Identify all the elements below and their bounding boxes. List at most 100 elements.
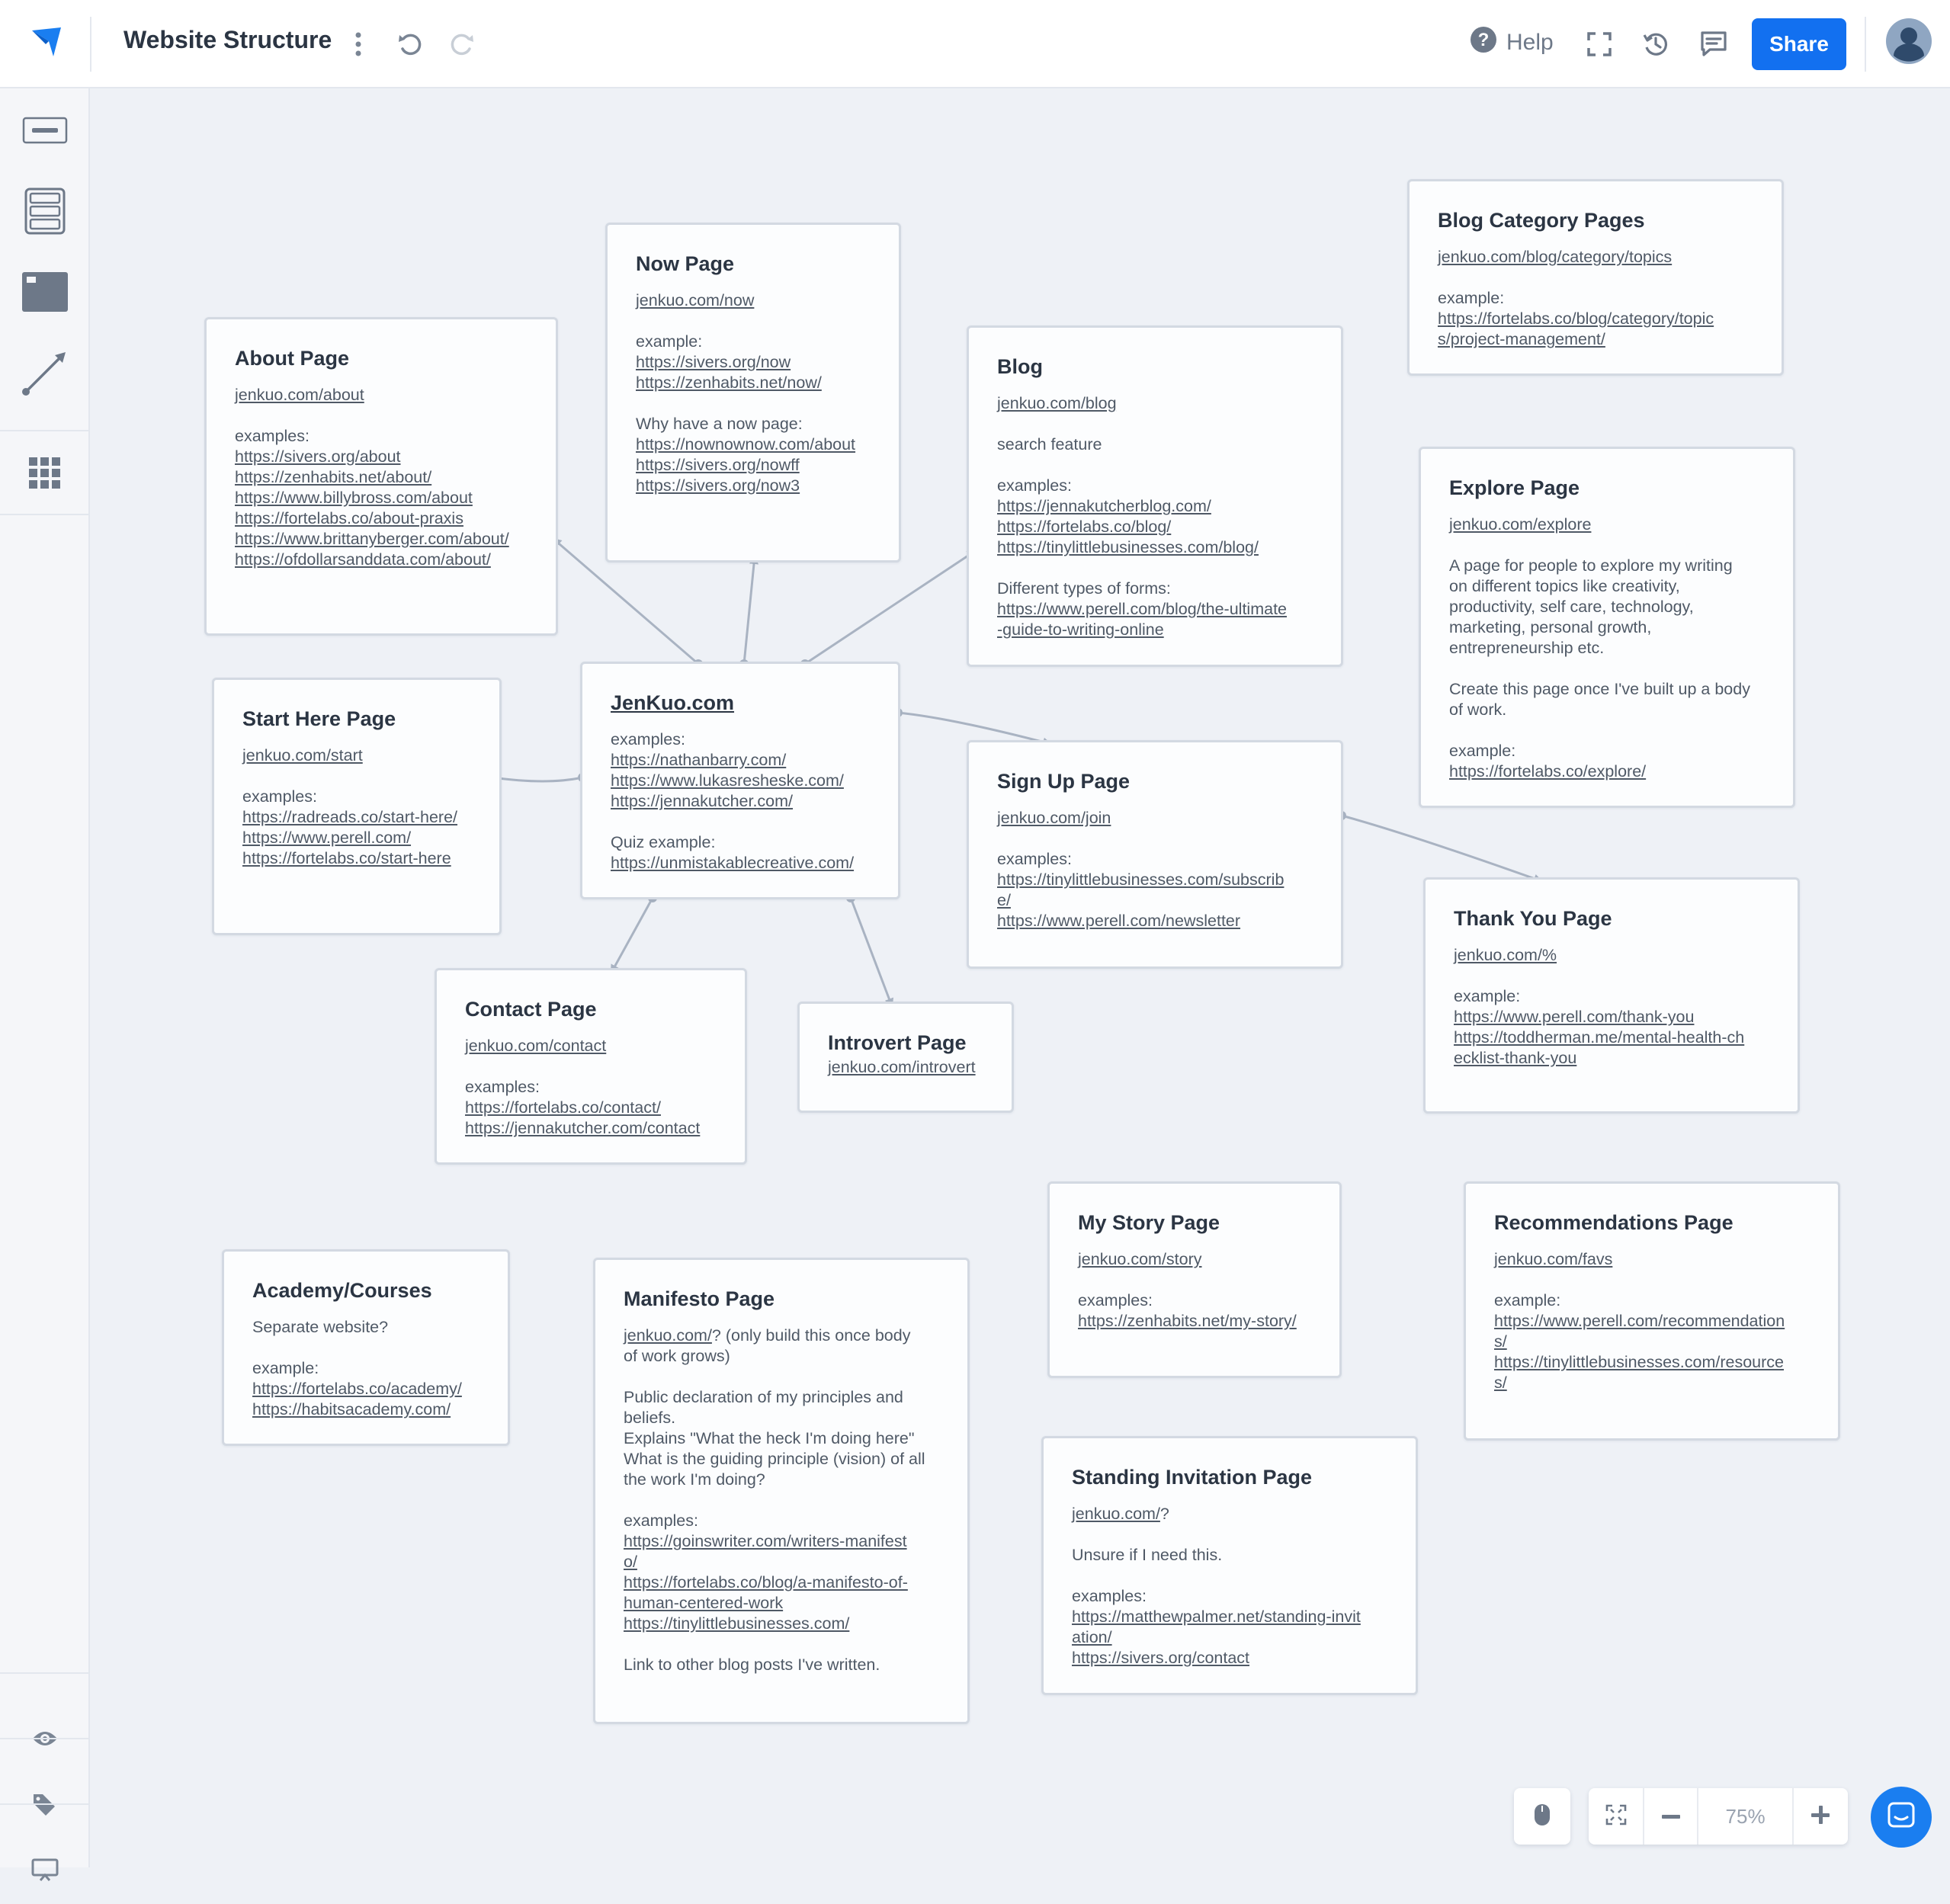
page-url-link[interactable]: jenkuo.com/ (1072, 1505, 1160, 1523)
example-link[interactable]: https://www.perell.com/newsletter (997, 911, 1313, 931)
example-link[interactable]: human-centered-work (624, 1593, 939, 1614)
example-link[interactable]: https://fortelabs.co/blog/category/topic (1438, 309, 1753, 329)
redo-icon[interactable] (445, 27, 479, 61)
example-link[interactable]: s/project-management/ (1438, 329, 1753, 350)
example-link[interactable]: https://sivers.org/now3 (636, 476, 871, 496)
example-link[interactable]: https://tinylittlebusinesses.com/ (624, 1614, 939, 1634)
example-link[interactable]: https://www.lukasresheske.com/ (611, 771, 870, 791)
card-explore-page[interactable]: Explore Page jenkuo.com/explore A page f… (1419, 447, 1795, 808)
example-link[interactable]: https://fortelabs.co/contact/ (465, 1098, 717, 1118)
example-link[interactable]: https://fortelabs.co/academy/ (252, 1379, 479, 1399)
fit-to-screen-button[interactable] (1589, 1788, 1645, 1845)
document-title[interactable]: Website Structure (123, 26, 332, 54)
grid-apps-icon[interactable] (0, 439, 90, 508)
example-link[interactable]: https://fortelabs.co/start-here (242, 848, 471, 869)
page-url-link[interactable]: jenkuo.com/explore (1449, 514, 1765, 535)
card-blog[interactable]: Blog jenkuo.com/blog search feature exam… (967, 325, 1343, 667)
share-button[interactable]: Share (1752, 18, 1846, 70)
page-url-link[interactable]: jenkuo.com/now (636, 290, 871, 311)
connector-line-icon[interactable] (0, 338, 90, 407)
example-link[interactable]: https://tinylittlebusinesses.com/resourc… (1494, 1352, 1810, 1373)
mouse-mode-button[interactable] (1514, 1788, 1570, 1845)
section-stack-icon[interactable] (0, 177, 90, 245)
page-url-link[interactable]: jenkuo.com/contact (465, 1036, 717, 1056)
example-link[interactable]: https://www.perell.com/recommendation (1494, 1311, 1810, 1332)
example-link[interactable]: https://zenhabits.net/now/ (636, 373, 871, 393)
example-link[interactable]: https://nathanbarry.com/ (611, 750, 870, 771)
example-link[interactable]: https://radreads.co/start-here/ (242, 807, 471, 828)
example-link[interactable]: https://toddherman.me/mental-health-ch (1454, 1027, 1769, 1048)
example-link[interactable]: https://habitsacademy.com/ (252, 1399, 479, 1420)
example-link[interactable]: https://tinylittlebusinesses.com/blog/ (997, 537, 1313, 558)
card-manifesto-page[interactable]: Manifesto Page jenkuo.com/? (only build … (593, 1258, 970, 1724)
example-link[interactable]: https://tinylittlebusinesses.com/subscri… (997, 870, 1313, 890)
example-link[interactable]: https://fortelabs.co/about-praxis (235, 508, 528, 529)
card-thank-you-page[interactable]: Thank You Page jenkuo.com/% example: htt… (1423, 877, 1800, 1114)
card-now-page[interactable]: Now Page jenkuo.com/now example: https:/… (605, 223, 901, 563)
page-url-link[interactable]: jenkuo.com/introvert (828, 1057, 983, 1078)
example-link[interactable]: https://fortelabs.co/explore/ (1449, 761, 1765, 782)
whiteboard-canvas[interactable]: About Page jenkuo.com/about examples: ht… (90, 88, 1950, 1867)
example-link[interactable]: https://www.perell.com/thank-you (1454, 1007, 1769, 1027)
page-url-link[interactable]: jenkuo.com/start (242, 745, 471, 766)
card-title-link[interactable]: JenKuo.com (611, 690, 870, 716)
zoom-level-display[interactable]: 75% (1698, 1788, 1794, 1845)
example-link[interactable]: https://nownownow.com/about (636, 434, 871, 455)
example-link[interactable]: https://www.brittanyberger.com/about/ (235, 529, 528, 550)
example-link[interactable]: https://sivers.org/about (235, 447, 528, 467)
card-sign-up-page[interactable]: Sign Up Page jenkuo.com/join examples: h… (967, 740, 1343, 969)
text-block-icon[interactable] (0, 96, 90, 165)
example-link[interactable]: https://jennakutcher.com/contact (465, 1118, 717, 1139)
example-link[interactable]: https://www.perell.com/ (242, 828, 471, 848)
example-link[interactable]: https://jennakutcherblog.com/ (997, 496, 1313, 517)
page-url-link[interactable]: jenkuo.com/blog/category/topics (1438, 247, 1753, 268)
example-link[interactable]: -guide-to-writing-online (997, 620, 1313, 640)
fullscreen-icon[interactable] (1583, 27, 1616, 61)
page-url-link[interactable]: jenkuo.com/% (1454, 945, 1769, 966)
card-academy-courses[interactable]: Academy/Courses Separate website? exampl… (222, 1249, 510, 1446)
page-url-link[interactable]: jenkuo.com/ (624, 1326, 712, 1345)
card-my-story-page[interactable]: My Story Page jenkuo.com/story examples:… (1047, 1181, 1342, 1378)
example-link[interactable]: https://sivers.org/contact (1072, 1648, 1387, 1668)
example-link[interactable]: https://goinswriter.com/writers-manifest (624, 1531, 939, 1552)
example-link[interactable]: s/ (1494, 1373, 1810, 1393)
page-url-link[interactable]: jenkuo.com/favs (1494, 1249, 1810, 1270)
example-link[interactable]: https://jennakutcher.com/ (611, 791, 870, 812)
example-link[interactable]: ation/ (1072, 1627, 1387, 1648)
example-link[interactable]: https://sivers.org/now (636, 352, 871, 373)
example-link[interactable]: https://ofdollarsanddata.com/about/ (235, 550, 528, 570)
zoom-out-button[interactable] (1644, 1788, 1699, 1845)
card-about-page[interactable]: About Page jenkuo.com/about examples: ht… (204, 317, 558, 636)
card-introvert-page[interactable]: Introvert Page jenkuo.com/introvert (797, 1002, 1014, 1113)
more-vertical-icon[interactable] (343, 27, 374, 61)
example-link[interactable]: https://www.billybross.com/about (235, 488, 528, 508)
undo-icon[interactable] (393, 27, 427, 61)
example-link[interactable]: https://sivers.org/nowff (636, 455, 871, 476)
logo-icon[interactable] (27, 23, 66, 61)
card-home-jenkuo[interactable]: JenKuo.com examples: https://nathanbarry… (580, 662, 900, 899)
example-link[interactable]: https://zenhabits.net/my-story/ (1078, 1311, 1311, 1332)
example-link[interactable]: https://www.perell.com/blog/the-ultimate (997, 599, 1313, 620)
example-link[interactable]: https://fortelabs.co/blog/a-manifesto-of… (624, 1572, 939, 1593)
page-url-link[interactable]: jenkuo.com/join (997, 808, 1313, 829)
card-contact-page[interactable]: Contact Page jenkuo.com/contact examples… (435, 968, 747, 1165)
card-blog-category-pages[interactable]: Blog Category Pages jenkuo.com/blog/cate… (1407, 179, 1784, 376)
comment-icon[interactable] (1697, 27, 1730, 61)
image-block-icon[interactable] (0, 258, 90, 326)
page-url-link[interactable]: jenkuo.com/blog (997, 393, 1313, 414)
page-url-link[interactable]: jenkuo.com/about (235, 385, 528, 405)
example-link[interactable]: https://matthewpalmer.net/standing-invit (1072, 1607, 1387, 1627)
help-button[interactable]: ? Help (1470, 26, 1554, 59)
support-chat-button[interactable] (1871, 1787, 1932, 1848)
example-link[interactable]: https://zenhabits.net/about/ (235, 467, 528, 488)
example-link[interactable]: e/ (997, 890, 1313, 911)
example-link[interactable]: o/ (624, 1552, 939, 1572)
example-link[interactable]: s/ (1494, 1332, 1810, 1352)
card-start-here-page[interactable]: Start Here Page jenkuo.com/start example… (212, 678, 502, 935)
example-link[interactable]: https://fortelabs.co/blog/ (997, 517, 1313, 537)
page-url-link[interactable]: jenkuo.com/story (1078, 1249, 1311, 1270)
card-recommendations-page[interactable]: Recommendations Page jenkuo.com/favs exa… (1464, 1181, 1840, 1441)
presentation-icon[interactable] (0, 1835, 90, 1904)
card-standing-invitation-page[interactable]: Standing Invitation Page jenkuo.com/? Un… (1041, 1436, 1418, 1695)
example-link[interactable]: ecklist-thank-you (1454, 1048, 1769, 1069)
